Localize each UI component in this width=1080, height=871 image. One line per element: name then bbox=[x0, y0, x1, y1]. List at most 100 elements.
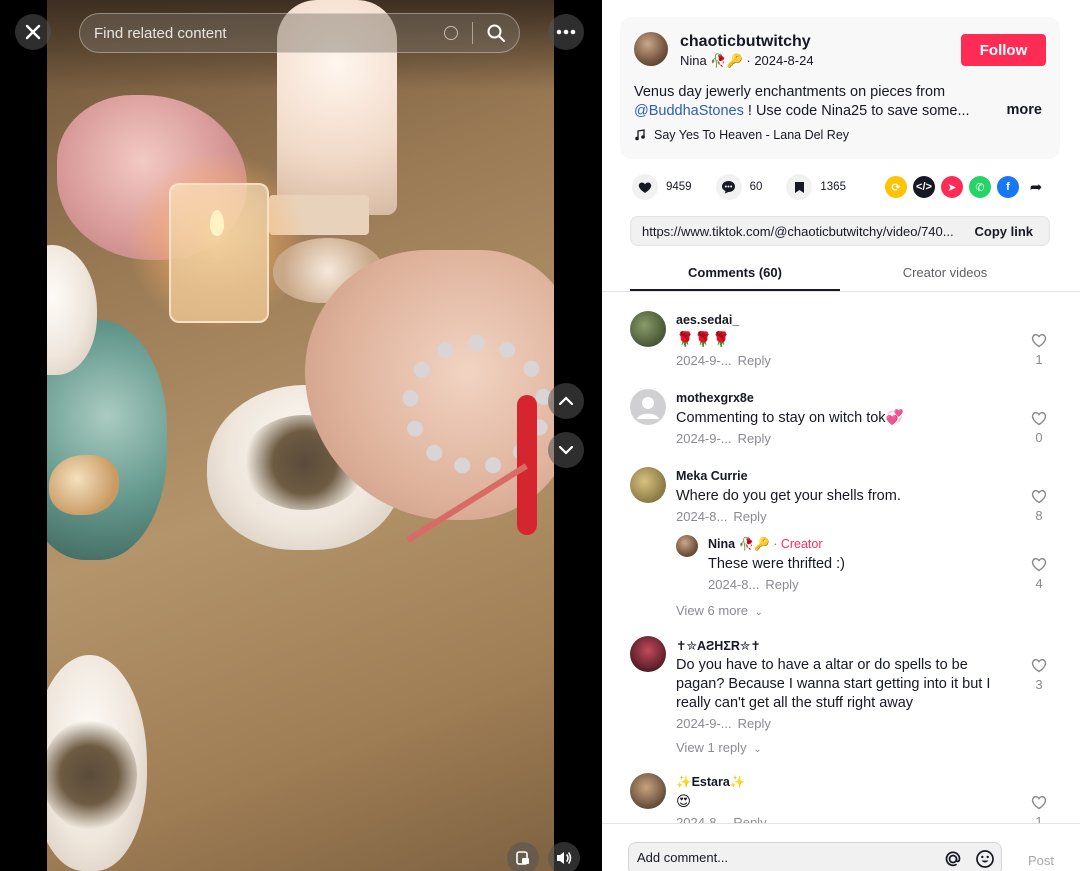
search-bar[interactable] bbox=[79, 13, 520, 53]
description-text-start: Venus day jewerly enchantments on pieces… bbox=[634, 84, 946, 100]
reply-meta: 2024-8... Reply bbox=[708, 577, 799, 592]
reply-button[interactable]: Reply bbox=[765, 577, 798, 592]
share-arrow-icon[interactable]: ➦ bbox=[1025, 176, 1047, 198]
comment-list[interactable]: aes.sedai_ 🌹🌹🌹 2024-9-... Reply 1 mothexg… bbox=[602, 293, 1080, 823]
embed-icon[interactable]: </> bbox=[913, 176, 935, 198]
comment-meta: 2024-9-... Reply bbox=[676, 431, 771, 446]
reply-avatar[interactable] bbox=[676, 535, 698, 557]
comment-action[interactable]: 60 bbox=[715, 174, 762, 200]
candle-jar bbox=[169, 183, 269, 323]
comment-date: 2024-9-... bbox=[676, 431, 732, 446]
commenter-username[interactable]: ✝︎✮ΑƧHΣR✮✝︎ bbox=[676, 638, 761, 653]
floating-player-button[interactable] bbox=[507, 842, 539, 871]
comment-date: 2024-9-... bbox=[676, 353, 732, 368]
comment-like-button[interactable]: 1 bbox=[1028, 795, 1050, 823]
candle-flame bbox=[210, 210, 224, 236]
commenter-avatar[interactable] bbox=[630, 467, 666, 503]
commenter-username[interactable]: aes.sedai_ bbox=[676, 313, 739, 327]
panel-tabs: Comments (60) Creator videos bbox=[602, 256, 1080, 292]
reply-author: Nina 🥀🔑 bbox=[708, 537, 770, 551]
comment-input[interactable] bbox=[637, 850, 927, 865]
comment-like-count: 1 bbox=[1035, 814, 1043, 823]
view-more-replies[interactable]: View 6 more ⌄ bbox=[676, 603, 763, 618]
save-action[interactable]: 1365 bbox=[786, 174, 846, 200]
search-input[interactable] bbox=[80, 24, 444, 42]
next-video-button[interactable] bbox=[548, 432, 584, 468]
view-more-replies[interactable]: View 1 reply ⌄ bbox=[676, 740, 762, 755]
comment-like-button[interactable]: 8 bbox=[1028, 489, 1050, 523]
heart-outline-icon bbox=[1031, 489, 1047, 504]
comment-like-count: 8 bbox=[1035, 508, 1043, 523]
reply-button[interactable]: Reply bbox=[733, 815, 766, 823]
reply-button[interactable]: Reply bbox=[738, 716, 771, 731]
commenter-username[interactable]: Meka Currie bbox=[676, 469, 748, 483]
send-to-friend-icon[interactable]: ➤ bbox=[941, 176, 963, 198]
details-panel: chaoticbutwitchy Nina 🥀🔑 · 2024-8-24 Fol… bbox=[602, 0, 1080, 871]
commenter-avatar[interactable] bbox=[630, 636, 666, 672]
whatsapp-icon[interactable]: ✆ bbox=[969, 176, 991, 198]
commenter-avatar[interactable] bbox=[630, 311, 666, 347]
mention-icon[interactable] bbox=[943, 849, 963, 871]
commenter-username[interactable]: ✨Estara✨ bbox=[676, 775, 745, 790]
reply-username[interactable]: Nina 🥀🔑 · Creator bbox=[708, 537, 823, 552]
comment-date: 2024-8... bbox=[676, 509, 728, 524]
volume-button[interactable] bbox=[548, 842, 580, 871]
chevron-up-icon bbox=[558, 396, 574, 406]
music-link[interactable]: Say Yes To Heaven - Lana Del Rey bbox=[634, 128, 849, 142]
video-frame[interactable] bbox=[47, 0, 554, 871]
reply-item: Nina 🥀🔑 · Creator These were thrifted :)… bbox=[676, 535, 1070, 595]
comment-input-box[interactable] bbox=[628, 842, 1002, 871]
post-description: Venus day jewerly enchantments on pieces… bbox=[634, 83, 1044, 121]
comment-like-button[interactable]: 3 bbox=[1028, 658, 1050, 692]
reply-button[interactable]: Reply bbox=[738, 353, 771, 368]
video-link-box: https://www.tiktok.com/@chaoticbutwitchy… bbox=[630, 216, 1050, 246]
view-more-label: View 1 reply bbox=[676, 740, 747, 755]
author-meta: Nina 🥀🔑 · 2024-8-24 bbox=[680, 53, 814, 69]
bookmark-icon bbox=[786, 174, 813, 200]
mention-link[interactable]: @BuddhaStones bbox=[634, 103, 744, 119]
comment-like-count: 3 bbox=[1035, 677, 1043, 692]
comment-like-button[interactable]: 1 bbox=[1028, 333, 1050, 367]
comment-composer: Post bbox=[602, 823, 1080, 871]
previous-video-button[interactable] bbox=[548, 383, 584, 419]
reply-button[interactable]: Reply bbox=[733, 509, 766, 524]
share-icons-row: ⟳ </> ➤ ✆ f ➦ bbox=[885, 176, 1047, 198]
reply-button[interactable]: Reply bbox=[738, 431, 771, 446]
commenter-avatar[interactable] bbox=[630, 389, 666, 425]
search-icon[interactable] bbox=[473, 23, 519, 43]
reply-like-button[interactable]: 4 bbox=[1028, 557, 1050, 591]
reply-text: These were thrifted :) bbox=[708, 556, 845, 572]
author-username[interactable]: chaoticbutwitchy bbox=[680, 33, 811, 51]
video-player[interactable] bbox=[0, 0, 602, 871]
reply-like-count: 4 bbox=[1035, 576, 1043, 591]
description-more-button[interactable]: more bbox=[1007, 102, 1042, 118]
comment-text: Do you have to have a altar or do spells… bbox=[676, 657, 991, 711]
author-avatar[interactable] bbox=[634, 32, 668, 66]
heart-outline-icon bbox=[1031, 411, 1047, 426]
commenter-username[interactable]: mothexgrx8e bbox=[676, 391, 754, 405]
like-action[interactable]: 9459 bbox=[632, 174, 692, 200]
copy-link-button[interactable]: Copy link bbox=[958, 224, 1049, 239]
post-comment-button[interactable]: Post bbox=[1028, 853, 1054, 868]
comment-date: 2024-9-... bbox=[676, 716, 732, 731]
commenter-avatar[interactable] bbox=[630, 773, 666, 809]
comment-text: Commenting to stay on witch tok💞 bbox=[676, 410, 904, 426]
tabs-divider bbox=[602, 291, 1080, 292]
emoji-icon[interactable] bbox=[975, 849, 995, 871]
chevron-down-icon: ⌄ bbox=[754, 607, 764, 618]
tab-comments[interactable]: Comments (60) bbox=[630, 265, 840, 280]
heart-outline-icon bbox=[1031, 333, 1047, 348]
comment-meta: 2024-8... Reply bbox=[676, 815, 767, 823]
tab-creator-videos[interactable]: Creator videos bbox=[840, 265, 1050, 280]
close-button[interactable] bbox=[15, 14, 51, 50]
video-link-url[interactable]: https://www.tiktok.com/@chaoticbutwitchy… bbox=[631, 224, 958, 239]
follow-button[interactable]: Follow bbox=[961, 34, 1046, 66]
facebook-icon[interactable]: f bbox=[997, 176, 1019, 198]
close-icon bbox=[25, 24, 41, 40]
description-text-end: ! Use code Nina25 to save some... bbox=[743, 103, 970, 119]
repost-icon[interactable]: ⟳ bbox=[885, 176, 907, 198]
comment-like-button[interactable]: 0 bbox=[1028, 411, 1050, 445]
more-options-button[interactable] bbox=[548, 14, 584, 50]
comment-item: ✝︎✮ΑƧHΣR✮✝︎ Do you have to have a altar … bbox=[630, 636, 1070, 761]
view-more-label: View 6 more bbox=[676, 603, 749, 618]
